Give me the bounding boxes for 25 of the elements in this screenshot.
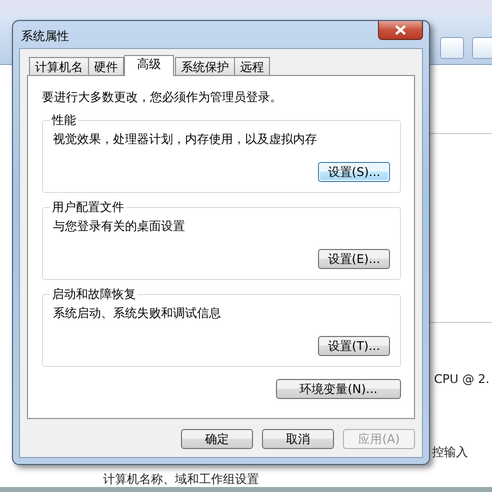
close-icon (395, 25, 406, 35)
cancel-button[interactable]: 取消 (262, 429, 334, 449)
group-description: 与您登录有关的桌面设置 (53, 218, 186, 235)
background-text: 计算机名称、域和工作组设置 (103, 472, 259, 486)
group-title: 启动和故障恢复 (50, 287, 138, 301)
ok-button[interactable]: 确定 (181, 429, 253, 449)
window-title: 系统属性 (20, 28, 69, 45)
notice-text: 要进行大多数更改，您必须作为管理员登录。 (42, 90, 282, 104)
tab[interactable]: 系统保护 (175, 57, 235, 75)
settings-button[interactable]: 设置(T)... (318, 336, 390, 356)
tab[interactable]: 硬件 (88, 57, 124, 75)
settings-button[interactable]: 设置(E)... (318, 249, 390, 269)
group-title: 性能 (50, 113, 78, 127)
group-description: 系统启动、系统失败和调试信息 (53, 305, 222, 322)
refresh-button[interactable] (440, 37, 464, 59)
background-text: 控输入 (432, 445, 468, 459)
tab[interactable]: 远程 (234, 57, 270, 75)
tab[interactable]: 高级 (124, 55, 174, 76)
group-description: 视觉效果，处理器计划，内存使用，以及虚拟内存 (53, 131, 318, 148)
close-button[interactable] (378, 21, 423, 40)
environment-variables-button[interactable]: 环境变量(N)... (276, 379, 401, 399)
group-title: 用户配置文件 (50, 200, 126, 214)
tab[interactable]: 计算机名 (29, 57, 89, 75)
settings-button[interactable]: 设置(S)... (318, 162, 390, 182)
background-text: CPU @ 2. (434, 372, 490, 386)
